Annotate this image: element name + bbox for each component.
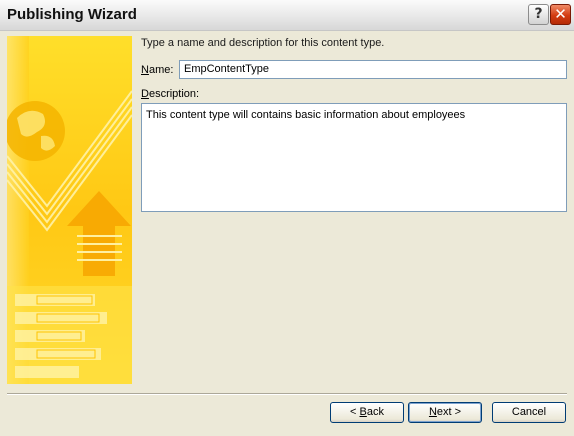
back-button[interactable]: < Back (330, 402, 404, 423)
name-label-accelerator: N (141, 64, 149, 76)
button-separator (7, 393, 567, 395)
close-glyph: ✕ (554, 5, 567, 23)
description-label-accelerator: D (141, 88, 149, 100)
description-label-text: escription: (148, 88, 200, 100)
next-button-text: ext > (436, 406, 462, 418)
help-glyph: ? (534, 6, 543, 22)
name-label-text: ame: (148, 64, 174, 76)
back-button-accelerator: B (359, 406, 367, 418)
next-button-accelerator: N (428, 406, 437, 418)
name-input[interactable]: EmpContentType (179, 60, 567, 79)
title-bar[interactable]: Publishing Wizard ? ✕ (0, 0, 574, 31)
name-label: Name: (141, 64, 173, 76)
publishing-wizard-dialog: Publishing Wizard ? ✕ Type a name and de… (0, 0, 574, 436)
instruction-text: Type a name and description for this con… (141, 37, 385, 49)
description-textarea[interactable]: This content type will contains basic in… (141, 103, 567, 212)
back-button-text: ack (366, 406, 384, 418)
cancel-button[interactable]: Cancel (492, 402, 566, 423)
window-title: Publishing Wizard (7, 6, 137, 23)
next-button[interactable]: Next > (408, 402, 482, 423)
help-icon[interactable]: ? (528, 4, 549, 25)
wizard-banner-illustration (7, 36, 132, 384)
back-button-prefix: < (350, 406, 360, 418)
close-icon[interactable]: ✕ (550, 4, 571, 25)
description-label: Description: (141, 88, 199, 100)
